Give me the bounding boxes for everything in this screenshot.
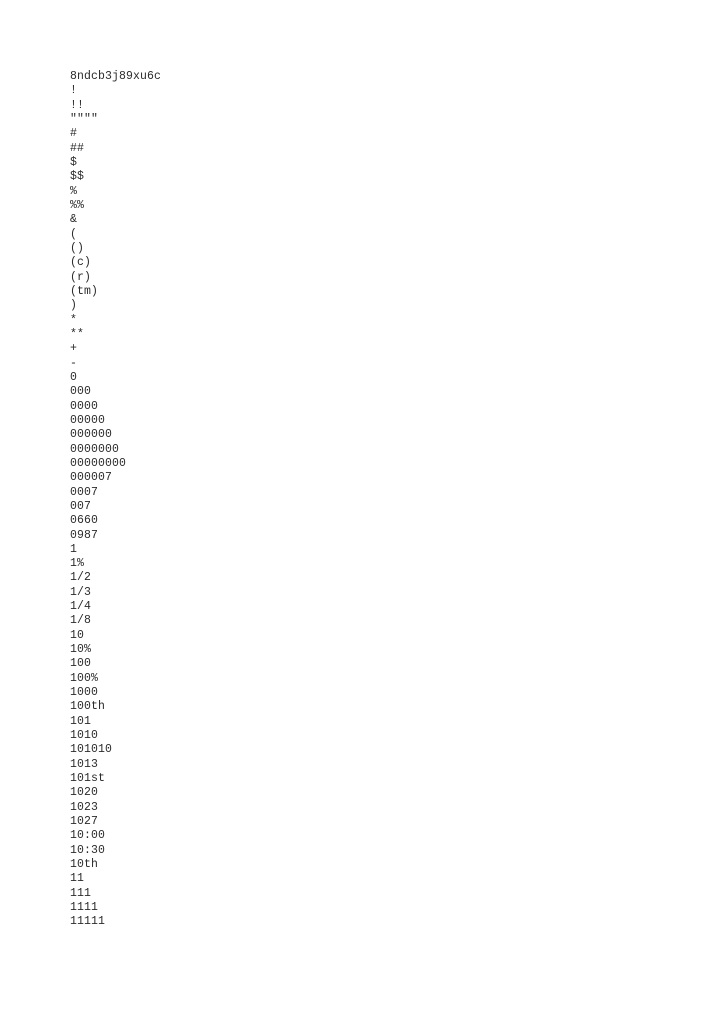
list-item: 1/4 bbox=[70, 600, 92, 614]
list-item: 10th bbox=[70, 858, 99, 872]
list-item: ( bbox=[70, 227, 78, 241]
list-item: 1020 bbox=[70, 786, 99, 800]
list-item: 10 bbox=[70, 628, 85, 642]
list-item: 1 bbox=[70, 542, 78, 556]
list-item: & bbox=[70, 213, 78, 227]
list-item: 1000 bbox=[70, 686, 99, 700]
list-item: 100 bbox=[70, 657, 92, 671]
list-item: !! bbox=[70, 98, 85, 112]
list-item: 1% bbox=[70, 557, 85, 571]
list-item: ! bbox=[70, 84, 78, 98]
list-item: 1/2 bbox=[70, 571, 92, 585]
list-item: 1111 bbox=[70, 901, 99, 915]
list-item: ) bbox=[70, 299, 78, 313]
list-item: 1010 bbox=[70, 729, 99, 743]
list-item: (tm) bbox=[70, 284, 99, 298]
text-content-block: 8ndcb3j89xu6c !!! """" # ## $ $$%%% &(() (c) (r)… bbox=[70, 70, 670, 930]
list-item: 0 bbox=[70, 370, 78, 384]
list-item: 00000000 bbox=[70, 456, 127, 470]
list-item: - bbox=[70, 356, 78, 370]
document-page: 8ndcb3j89xu6c !!! """" # ## $ $$%%% &(() (c) (r)… bbox=[0, 0, 719, 1017]
list-item: 111 bbox=[70, 886, 92, 900]
list-item: 0007 bbox=[70, 485, 99, 499]
list-item: 100th bbox=[70, 700, 106, 714]
list-item: % bbox=[70, 184, 78, 198]
list-item: 0987 bbox=[70, 528, 99, 542]
list-item: """" bbox=[70, 112, 99, 126]
list-item: () bbox=[70, 241, 85, 255]
list-item: 10:00 bbox=[70, 829, 106, 843]
list-item: 0660 bbox=[70, 514, 99, 528]
list-item: 000007 bbox=[70, 471, 113, 485]
list-item: 000 bbox=[70, 385, 92, 399]
list-item: 101st bbox=[70, 772, 106, 786]
list-item: 11111 bbox=[70, 915, 106, 929]
list-item: 007 bbox=[70, 499, 92, 513]
list-item: 10:30 bbox=[70, 843, 106, 857]
list-item: ## bbox=[70, 141, 85, 155]
token-list: !!! """" # ## $ $$%%% &(() (c) (r) (tm)) * ** + -0 000… bbox=[70, 84, 670, 929]
list-item: 101010 bbox=[70, 743, 113, 757]
list-item: * bbox=[70, 313, 78, 327]
list-item: 10% bbox=[70, 643, 92, 657]
list-item: 00000 bbox=[70, 413, 106, 427]
list-item: 100% bbox=[70, 671, 99, 685]
list-item: 000000 bbox=[70, 428, 113, 442]
list-item: 1027 bbox=[70, 815, 99, 829]
list-item: %% bbox=[70, 198, 85, 212]
page-title: 8ndcb3j89xu6c bbox=[70, 70, 162, 83]
list-item: (c) bbox=[70, 256, 92, 270]
list-item: + bbox=[70, 342, 78, 356]
list-item: 11 bbox=[70, 872, 85, 886]
list-item: 101 bbox=[70, 714, 92, 728]
list-item: 1023 bbox=[70, 800, 99, 814]
list-item: 0000000 bbox=[70, 442, 120, 456]
list-item: (r) bbox=[70, 270, 92, 284]
list-item: $$ bbox=[70, 170, 85, 184]
list-item: 1/8 bbox=[70, 614, 92, 628]
list-item: 1/3 bbox=[70, 585, 92, 599]
list-item: # bbox=[70, 127, 78, 141]
list-item: 0000 bbox=[70, 399, 99, 413]
list-item: ** bbox=[70, 327, 85, 341]
list-item: 1013 bbox=[70, 757, 99, 771]
list-item: $ bbox=[70, 155, 78, 169]
